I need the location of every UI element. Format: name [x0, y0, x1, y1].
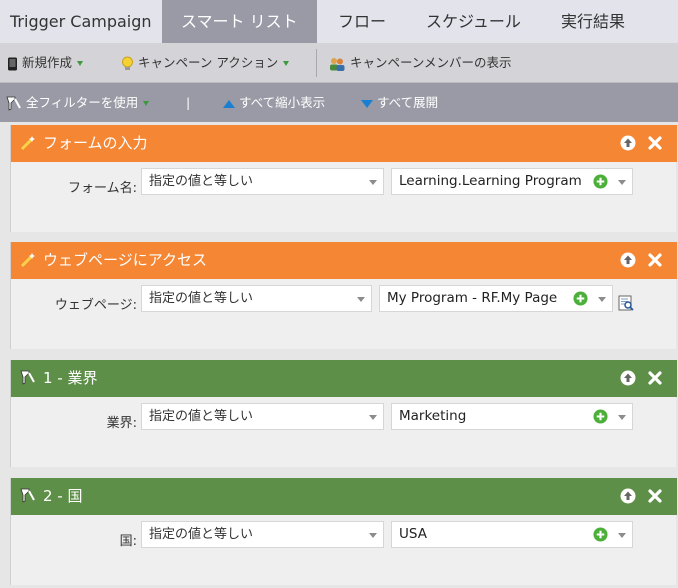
operator-select[interactable]: 指定の値と等しい [141, 403, 384, 430]
filter-header: ウェブページにアクセス [11, 242, 677, 279]
chevron-down-icon [369, 180, 377, 185]
funnel-icon [6, 96, 21, 111]
people-icon [330, 57, 345, 71]
field-label: 業界: [106, 416, 137, 431]
tab-smart-list[interactable]: スマート リスト [162, 0, 317, 43]
chevron-down-icon [77, 61, 83, 66]
value-field[interactable]: USA [391, 521, 633, 548]
chevron-down-icon[interactable] [618, 533, 626, 538]
add-value-icon[interactable] [593, 174, 608, 189]
collapse-icon [223, 99, 235, 108]
phone-icon [8, 57, 17, 70]
chevron-down-icon [357, 297, 365, 302]
chevron-down-icon[interactable] [598, 297, 606, 302]
chevron-down-icon [369, 533, 377, 538]
campaign-actions-button[interactable]: キャンペーン アクション [121, 43, 290, 83]
move-up-icon[interactable] [620, 252, 636, 268]
value-text: Marketing [399, 408, 467, 424]
expand-icon [361, 99, 373, 108]
filter-header: 2 - 国 [11, 478, 677, 515]
operator-value: 指定の値と等しい [149, 409, 254, 424]
chevron-down-icon[interactable] [618, 415, 626, 420]
new-button[interactable]: 新規作成 [7, 43, 83, 83]
filter-card-industry: 1 - 業界 業界: 指定の値と等しい Marketing [10, 360, 677, 467]
add-value-icon[interactable] [573, 291, 588, 306]
tab-bar: Trigger Campaign スマート リスト フロー スケジュール 実行結… [0, 0, 678, 43]
filter-card-form: フォームの入力 フォーム名: 指定の値と等しい Learning.Learnin… [10, 125, 677, 232]
filter-title: ウェブページにアクセス [43, 251, 207, 269]
show-members-label: キャンペーンメンバーの表示 [349, 55, 512, 70]
expand-all-label: すべて展開 [377, 95, 439, 110]
add-value-icon[interactable] [593, 527, 608, 542]
operator-select[interactable]: 指定の値と等しい [141, 521, 384, 548]
close-icon[interactable] [647, 252, 663, 268]
lightbulb-icon [122, 56, 133, 70]
value-field[interactable]: Learning.Learning Program [391, 168, 633, 195]
new-button-label: 新規作成 [21, 55, 72, 70]
filter-title: フォームの入力 [43, 134, 148, 152]
filter-header: 1 - 業界 [11, 360, 677, 397]
value-field[interactable]: My Program - RF.My Page [379, 285, 613, 312]
value-field[interactable]: Marketing [391, 403, 633, 430]
funnel-icon [20, 488, 35, 503]
tab-trigger-campaign[interactable]: Trigger Campaign [10, 0, 152, 43]
toolbar: 新規作成 キャンペーン アクション キャンペーンメンバーの表示 [0, 43, 678, 83]
wand-icon [20, 253, 35, 268]
expand-all-button[interactable]: すべて展開 [361, 83, 438, 122]
use-all-filters-button[interactable]: 全フィルターを使用 [6, 83, 150, 122]
page-search-icon[interactable] [618, 295, 634, 311]
filter-header: フォームの入力 [11, 125, 677, 162]
collapse-all-label: すべて縮小表示 [239, 95, 326, 110]
tab-flow[interactable]: フロー [338, 0, 386, 43]
field-label: 国: [119, 534, 137, 549]
campaign-actions-label: キャンペーン アクション [137, 55, 279, 70]
tab-results[interactable]: 実行結果 [561, 0, 625, 43]
filter-title: 2 - 国 [43, 487, 83, 505]
toolbar-divider [316, 49, 317, 77]
value-text: USA [399, 526, 427, 542]
show-members-button[interactable]: キャンペーンメンバーの表示 [328, 43, 512, 83]
move-up-icon[interactable] [620, 488, 636, 504]
operator-select[interactable]: 指定の値と等しい [141, 285, 372, 312]
operator-value: 指定の値と等しい [149, 527, 254, 542]
funnel-icon [20, 370, 35, 385]
operator-value: 指定の値と等しい [149, 174, 254, 189]
filter-card-country: 2 - 国 国: 指定の値と等しい USA [10, 478, 677, 585]
field-label: ウェブページ: [54, 298, 137, 313]
move-up-icon[interactable] [620, 135, 636, 151]
add-value-icon[interactable] [593, 409, 608, 424]
close-icon[interactable] [647, 370, 663, 386]
chevron-down-icon [283, 61, 290, 66]
value-text: Learning.Learning Program [399, 173, 582, 189]
chevron-down-icon [143, 101, 150, 106]
operator-value: 指定の値と等しい [149, 291, 254, 306]
filter-title: 1 - 業界 [43, 369, 98, 387]
filterbar-separator: | [186, 95, 191, 110]
collapse-all-button[interactable]: すべて縮小表示 [223, 83, 325, 122]
tab-schedule[interactable]: スケジュール [426, 0, 521, 43]
move-up-icon[interactable] [620, 370, 636, 386]
field-label: フォーム名: [68, 181, 137, 196]
wand-icon [20, 136, 35, 151]
close-icon[interactable] [647, 135, 663, 151]
use-all-filters-label: 全フィルターを使用 [25, 95, 139, 110]
chevron-down-icon[interactable] [618, 180, 626, 185]
chevron-down-icon [369, 415, 377, 420]
value-text: My Program - RF.My Page [387, 290, 558, 306]
filter-card-webpage: ウェブページにアクセス ウェブページ: 指定の値と等しい My Program … [10, 242, 677, 349]
close-icon[interactable] [647, 488, 663, 504]
filter-bar: 全フィルターを使用 | すべて縮小表示 すべて展開 [0, 83, 678, 122]
operator-select[interactable]: 指定の値と等しい [141, 168, 384, 195]
